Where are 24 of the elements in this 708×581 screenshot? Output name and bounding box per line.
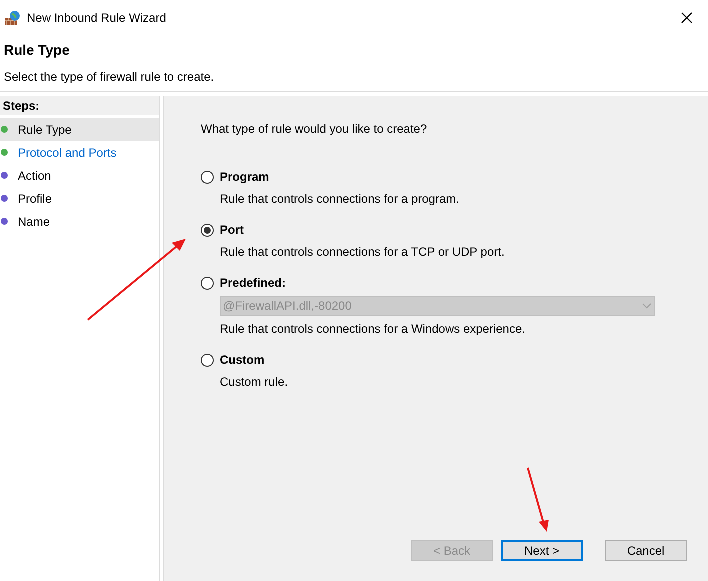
next-button[interactable]: Next >	[501, 540, 583, 561]
chevron-down-icon	[642, 303, 652, 309]
firewall-icon	[5, 10, 21, 26]
steps-heading: Steps:	[0, 96, 159, 115]
question-text: What type of rule would you like to create?	[201, 121, 428, 138]
radio-option[interactable]: Custom	[201, 351, 265, 369]
option-description: Rule that controls connections for a program.	[220, 191, 460, 208]
step-item[interactable]: Name	[0, 210, 159, 233]
cancel-button[interactable]: Cancel	[605, 540, 687, 561]
annotation-arrow	[527, 468, 549, 532]
close-icon[interactable]	[681, 12, 693, 24]
page-description: Select the type of firewall rule to create.	[4, 69, 214, 86]
option-description: Rule that controls connections for a TCP or UDP port.	[220, 244, 505, 261]
step-item[interactable]: Rule Type	[0, 118, 159, 141]
step-item[interactable]: Profile	[0, 187, 159, 210]
radio-option[interactable]: Program	[201, 168, 270, 186]
page-heading: Rule Type	[4, 41, 70, 60]
step-item[interactable]: Protocol and Ports	[0, 141, 159, 164]
step-item[interactable]: Action	[0, 164, 159, 187]
radio-option[interactable]: Predefined:	[201, 274, 286, 292]
option-description: Rule that controls connections for a Windows experience.	[220, 321, 526, 338]
window-title: New Inbound Rule Wizard	[27, 10, 166, 26]
radio-option[interactable]: Port	[201, 221, 244, 239]
option-description: Custom rule.	[220, 374, 288, 391]
